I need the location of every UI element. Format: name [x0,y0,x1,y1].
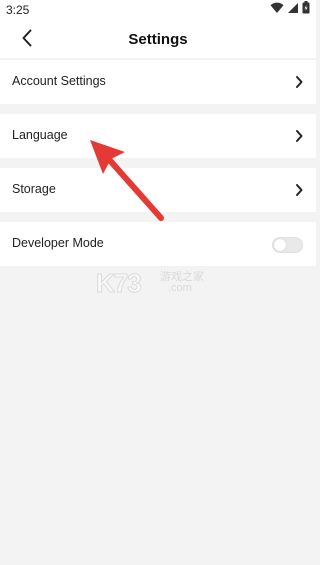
toggle-knob [274,239,286,251]
chevron-right-icon [294,183,304,197]
settings-item-storage[interactable]: Storage [0,168,316,212]
page-title: Settings [128,31,188,48]
chevron-right-icon [294,129,304,143]
watermark: K73 游戏之家 .com [96,268,226,299]
wifi-icon [270,1,284,19]
status-bar: 3:25 [0,0,316,22]
settings-item-account-settings[interactable]: Account Settings [0,60,316,104]
settings-item-language[interactable]: Language [0,114,316,158]
status-time: 3:25 [6,3,30,17]
app-bar: Settings [0,22,316,58]
chevron-right-icon [294,75,304,89]
status-icons [270,1,310,19]
settings-item-developer-mode: Developer Mode [0,222,316,266]
watermark-brand: K73 [96,268,143,299]
developer-mode-toggle[interactable] [272,237,303,253]
watermark-domain: .com [168,282,192,294]
settings-item-label: Storage [12,182,56,196]
settings-item-label: Language [12,128,68,142]
battery-icon [302,1,310,19]
signal-icon [287,1,299,19]
settings-item-label: Account Settings [12,74,106,88]
settings-item-label: Developer Mode [12,236,104,250]
